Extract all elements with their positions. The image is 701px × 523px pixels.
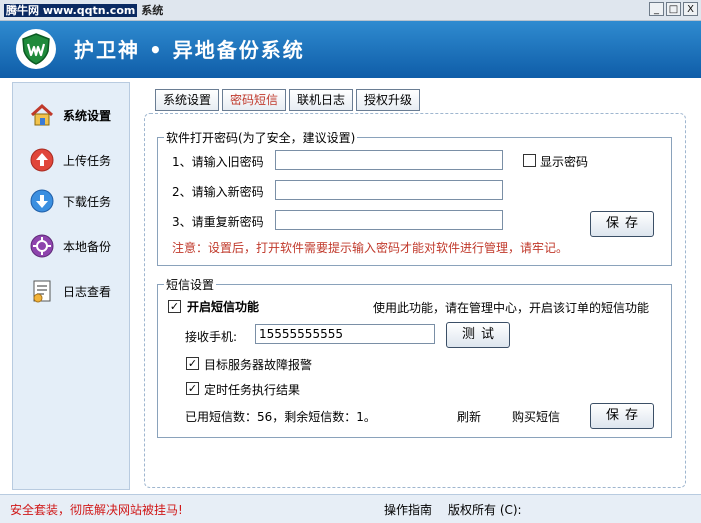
show-password-checkbox[interactable] — [523, 154, 536, 167]
window-controls: _ □ X — [649, 2, 698, 16]
app-title: 护卫神 • 异地备份系统 — [74, 38, 305, 62]
security-promo-link[interactable]: 安全套装，彻底解决网站被挂马! — [10, 501, 183, 518]
password-section-legend: 软件打开密码(为了安全，建议设置) — [166, 131, 356, 145]
tab-password-sms[interactable]: 密码短信 — [222, 89, 287, 111]
sidebar-item-label: 日志查看 — [63, 284, 112, 299]
enable-sms-checkbox[interactable]: ✓ — [168, 300, 181, 313]
window-title: 腾牛网 www.qqtn.com 系统 — [4, 2, 163, 18]
sms-save-button[interactable]: 保存 — [590, 403, 654, 429]
enable-sms-label: 开启短信功能 — [187, 300, 260, 314]
sidebar-item-label: 本地备份 — [63, 239, 112, 254]
minimize-button[interactable]: _ — [649, 2, 664, 16]
server-alarm-label: 目标服务器故障报警 — [204, 358, 313, 372]
window-title-suffix: 系统 — [141, 4, 164, 17]
enable-sms-hint: 使用此功能，请在管理中心，开启该订单的短信功能 — [373, 301, 650, 315]
app-header: 护卫神 • 异地备份系统 — [0, 21, 701, 78]
status-bar: 安全套装，彻底解决网站被挂马! 操作指南 版权所有 (C): — [0, 494, 701, 523]
task-result-checkbox[interactable]: ✓ — [186, 382, 199, 395]
sidebar-item-upload-tasks[interactable]: 上传任务 — [29, 146, 111, 174]
repeat-password-label: 3、请重复新密码 — [172, 215, 264, 229]
phone-input[interactable]: 15555555555 — [255, 324, 435, 344]
shield-logo-icon — [16, 29, 56, 69]
sidebar-item-system-settings[interactable]: 系统设置 — [29, 101, 111, 129]
phone-label: 接收手机: — [185, 330, 238, 344]
sidebar-item-label: 上传任务 — [63, 153, 112, 168]
home-icon — [29, 102, 55, 128]
tab-online-log[interactable]: 联机日志 — [289, 89, 354, 111]
tab-license-upgrade[interactable]: 授权升级 — [356, 89, 421, 111]
upload-icon — [29, 147, 55, 173]
tab-bar: 系统设置 密码短信 联机日志 授权升级 — [155, 89, 421, 111]
sidebar-item-label: 下载任务 — [63, 194, 112, 209]
new-password-input[interactable] — [275, 180, 503, 200]
log-icon — [29, 278, 55, 304]
tab-system-settings[interactable]: 系统设置 — [155, 89, 220, 111]
refresh-link[interactable]: 刷新 — [457, 408, 481, 425]
repeat-password-input[interactable] — [275, 210, 503, 230]
buy-sms-link[interactable]: 购买短信 — [512, 408, 560, 425]
old-password-input[interactable] — [275, 150, 503, 170]
sms-test-button[interactable]: 测试 — [446, 322, 510, 348]
title-bar: 腾牛网 www.qqtn.com 系统 _ □ X — [0, 0, 701, 21]
sidebar-item-log-view[interactable]: 日志查看 — [29, 277, 111, 305]
task-result-label: 定时任务执行结果 — [204, 383, 301, 397]
local-backup-icon — [29, 233, 55, 259]
maximize-button[interactable]: □ — [666, 2, 681, 16]
copyright-text: 版权所有 (C): — [448, 503, 522, 517]
close-button[interactable]: X — [683, 2, 698, 16]
old-password-label: 1、请输入旧密码 — [172, 155, 264, 169]
sms-usage-text: 已用短信数：56，剩余短信数：1。 — [185, 410, 376, 424]
new-password-label: 2、请输入新密码 — [172, 185, 264, 199]
password-save-button[interactable]: 保存 — [590, 211, 654, 237]
sidebar-item-local-backup[interactable]: 本地备份 — [29, 232, 111, 260]
show-password-label: 显示密码 — [540, 155, 589, 169]
sidebar: 系统设置 上传任务 下载任务 本地备份 日志查看 — [12, 82, 130, 490]
download-icon — [29, 188, 55, 214]
sidebar-item-download-tasks[interactable]: 下载任务 — [29, 187, 111, 215]
sms-section-legend: 短信设置 — [166, 278, 215, 292]
sidebar-item-label: 系统设置 — [63, 108, 112, 123]
guide-link[interactable]: 操作指南 — [384, 501, 432, 518]
watermark-text: 腾牛网 www.qqtn.com — [4, 4, 138, 17]
password-warning-note: 注意：设置后，打开软件需要提示输入密码才能对软件进行管理，请牢记。 — [172, 241, 569, 255]
server-alarm-checkbox[interactable]: ✓ — [186, 357, 199, 370]
